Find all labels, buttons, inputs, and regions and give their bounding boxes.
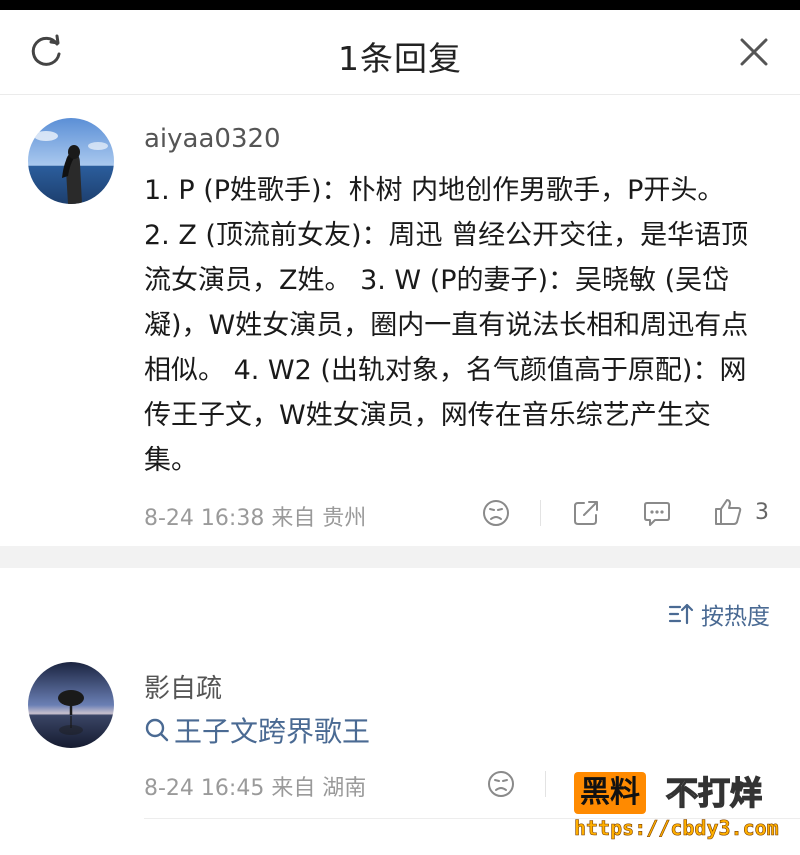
close-icon[interactable] (734, 32, 774, 72)
dislike-face-icon[interactable] (480, 497, 512, 529)
status-bar-edge (0, 0, 800, 10)
avatar[interactable] (28, 662, 114, 748)
reply-username[interactable]: 影自疏 (144, 668, 222, 705)
watermark-url: https://cbdy3.com (574, 816, 779, 841)
comment-username[interactable]: aiyaa0320 (144, 124, 281, 154)
search-topic-text: 王子文跨界歌王 (174, 715, 371, 748)
section-divider (0, 546, 800, 568)
sort-hot-button[interactable]: 按热度 (667, 596, 770, 632)
watermark-text-b: 不打烊 (665, 773, 763, 813)
sheet-header: 1条回复 (0, 10, 800, 95)
watermark-logo: 黑料 不打烊 https://cbdy3.com (570, 766, 790, 850)
divider (540, 500, 541, 526)
dislike-face-icon[interactable] (485, 768, 517, 800)
reply-meta: 8-24 16:45 来自 湖南 (144, 776, 367, 801)
comment-text: 1. P (P姓歌手)：朴树 内地创作男歌手，P开头。 2. Z (顶流前女友)… (144, 175, 749, 476)
search-icon (145, 718, 169, 742)
search-topic-link[interactable]: 王子文跨界歌王 (144, 710, 370, 750)
share-icon[interactable] (570, 497, 602, 529)
like-count: 3 (755, 500, 769, 525)
sort-icon (668, 603, 694, 625)
watermark-text-a: 黑料 (574, 772, 646, 814)
comment-icon[interactable] (641, 497, 673, 529)
like-thumb-icon[interactable] (712, 496, 744, 528)
page-title: 1条回复 (338, 39, 462, 78)
avatar[interactable] (28, 118, 114, 204)
sort-label: 按热度 (701, 604, 770, 630)
divider (545, 771, 546, 797)
comment-meta: 8-24 16:38 来自 贵州 (144, 506, 367, 531)
